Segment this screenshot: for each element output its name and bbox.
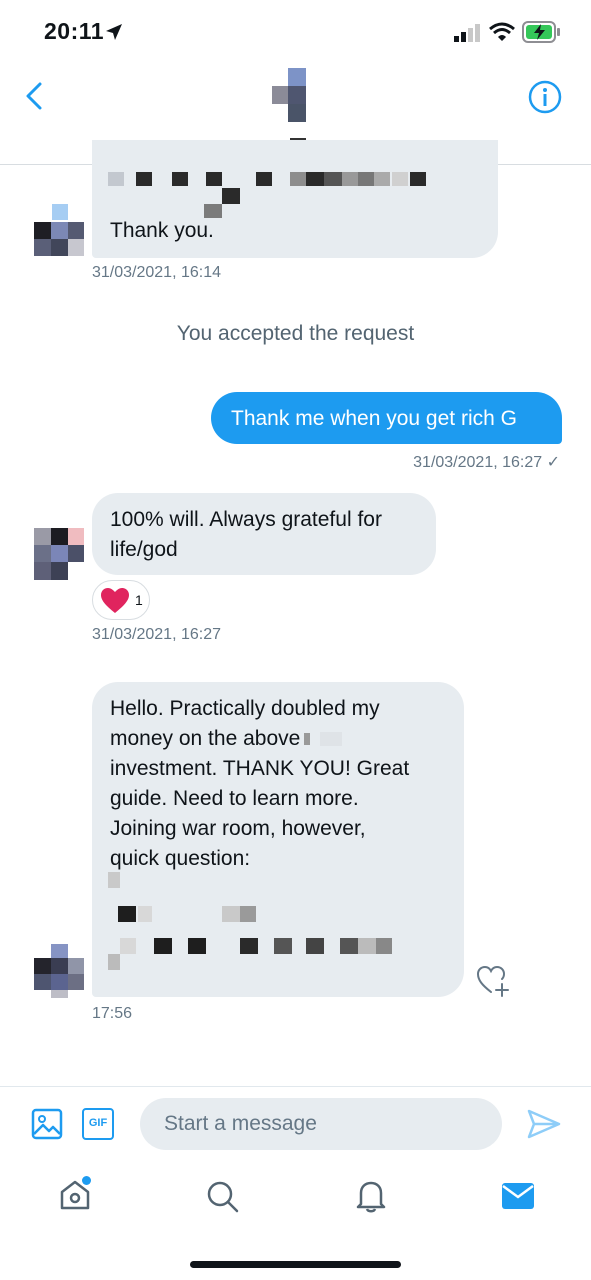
location-arrow-icon xyxy=(106,24,122,40)
reaction-pill[interactable]: 1 xyxy=(92,580,150,620)
redacted-block xyxy=(274,938,292,954)
redacted-block xyxy=(304,733,311,746)
redacted-block xyxy=(358,938,376,954)
bottom-nav xyxy=(0,1160,591,1230)
sender-avatar[interactable] xyxy=(34,528,84,580)
notification-dot xyxy=(82,1176,91,1185)
message-text-line: 100% will. Always grateful for xyxy=(110,508,382,531)
redacted-block xyxy=(222,906,240,922)
status-bar: 20:11 xyxy=(0,0,591,60)
send-icon[interactable] xyxy=(527,1109,561,1139)
redacted-block xyxy=(410,172,426,186)
redacted-block xyxy=(374,172,390,186)
back-arrow-icon[interactable] xyxy=(22,80,46,112)
sender-avatar[interactable] xyxy=(34,944,84,998)
redacted-block xyxy=(240,938,258,954)
nav-home[interactable] xyxy=(58,1176,92,1212)
redacted-block xyxy=(108,872,120,888)
redacted-block xyxy=(206,172,222,186)
redacted-block xyxy=(108,172,124,186)
message-text: Thank you. xyxy=(110,219,214,242)
redacted-block xyxy=(290,172,306,186)
redacted-block xyxy=(306,938,324,954)
mail-icon[interactable] xyxy=(501,1182,535,1210)
image-icon[interactable] xyxy=(31,1108,63,1140)
redacted-block xyxy=(324,172,342,186)
redacted-block xyxy=(392,172,408,186)
redacted-block xyxy=(138,906,152,922)
redacted-block xyxy=(120,938,136,954)
redacted-block xyxy=(240,906,256,922)
status-time: 20:11 xyxy=(44,18,105,44)
redacted-block xyxy=(172,172,188,186)
message-text: Thank me when you get rich G xyxy=(231,407,517,430)
message-text-line: Joining war room, however, xyxy=(110,817,366,840)
redacted-block xyxy=(118,906,136,922)
message-text-line: Hello. Practically doubled my xyxy=(110,697,380,720)
redacted-block xyxy=(306,172,324,186)
sender-avatar[interactable] xyxy=(34,204,84,256)
message-timestamp: 31/03/2021, 16:27 ✓ xyxy=(413,454,560,471)
incoming-message[interactable]: 100% will. Always grateful for life/god xyxy=(92,493,436,575)
message-text-line: money on the above xyxy=(110,724,446,754)
message-timestamp: 31/03/2021, 16:14 xyxy=(92,264,222,281)
redacted-block xyxy=(256,172,272,186)
gif-icon[interactable]: GIF xyxy=(82,1108,114,1140)
redacted-block xyxy=(376,938,392,954)
redacted-block xyxy=(136,172,152,186)
redacted-block xyxy=(342,172,358,186)
reaction-count: 1 xyxy=(135,592,143,608)
info-icon[interactable] xyxy=(527,79,563,115)
message-text-line: guide. Need to learn more. xyxy=(110,787,359,810)
redacted-block xyxy=(188,938,206,954)
redacted-block xyxy=(222,188,240,204)
bell-icon[interactable] xyxy=(355,1178,387,1214)
search-icon[interactable] xyxy=(206,1180,240,1214)
message-timestamp: 31/03/2021, 16:27 xyxy=(92,626,222,643)
heart-icon xyxy=(101,588,129,613)
signal-icon xyxy=(454,24,480,42)
heart-plus-icon[interactable] xyxy=(474,962,514,998)
incoming-message[interactable]: Hello. Practically doubled my money on t… xyxy=(92,682,464,997)
battery-charging-icon xyxy=(522,21,560,43)
message-text-line: investment. THANK YOU! Great xyxy=(110,757,410,780)
redacted-block xyxy=(340,938,358,954)
message-timestamp: 17:56 xyxy=(92,1005,133,1022)
redacted-block xyxy=(154,938,172,954)
incoming-message[interactable]: Thank you. xyxy=(92,140,498,258)
divider xyxy=(0,1086,591,1087)
redacted-block xyxy=(358,172,374,186)
home-indicator xyxy=(190,1261,401,1268)
system-notice: You accepted the request xyxy=(176,322,415,345)
outgoing-message[interactable]: Thank me when you get rich G xyxy=(211,392,562,444)
redacted-block xyxy=(108,954,120,970)
wifi-icon xyxy=(489,22,515,41)
message-text-line: quick question: xyxy=(110,847,251,870)
message-input[interactable]: Start a message xyxy=(140,1098,502,1150)
message-text-line: life/god xyxy=(110,538,178,561)
redacted-block xyxy=(320,732,343,747)
